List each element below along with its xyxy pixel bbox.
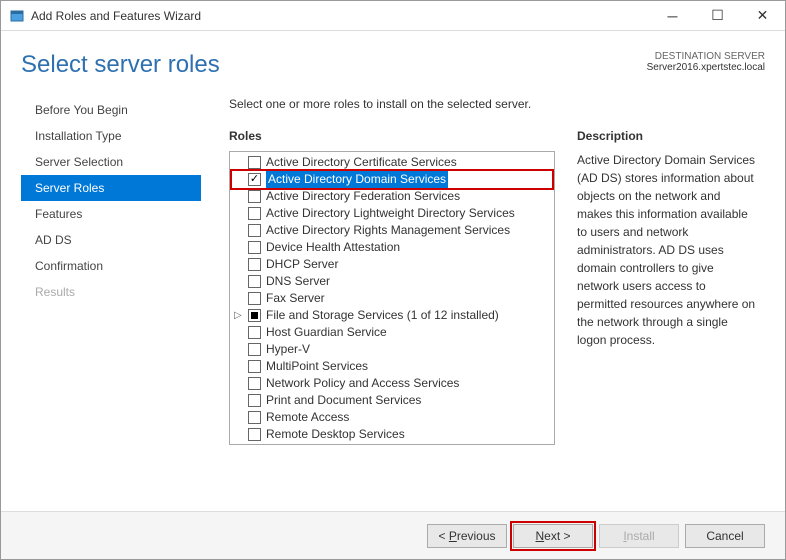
sidebar-item-ad-ds[interactable]: AD DS [21, 227, 201, 253]
wizard-icon [9, 8, 25, 24]
sidebar-item-confirmation[interactable]: Confirmation [21, 253, 201, 279]
wizard-steps-sidebar: Before You BeginInstallation TypeServer … [21, 97, 201, 477]
role-label: Volume Activation Services [266, 443, 410, 445]
role-checkbox[interactable] [248, 428, 261, 441]
role-checkbox[interactable] [248, 258, 261, 271]
role-item[interactable]: Device Health Attestation [232, 239, 552, 256]
role-label: Network Policy and Access Services [266, 375, 459, 392]
roles-column: Roles Active Directory Certificate Servi… [229, 129, 555, 445]
content-area: Select server roles DESTINATION SERVER S… [1, 31, 785, 511]
role-item[interactable]: Active Directory Rights Management Servi… [232, 222, 552, 239]
role-checkbox[interactable] [248, 156, 261, 169]
role-label: DNS Server [266, 273, 330, 290]
titlebar: Add Roles and Features Wizard ─ ☐ ✕ [1, 1, 785, 31]
destination-label: DESTINATION SERVER [647, 51, 765, 62]
destination-info: DESTINATION SERVER Server2016.xpertstec.… [647, 51, 765, 73]
role-label: Remote Access [266, 409, 349, 426]
role-item[interactable]: Active Directory Lightweight Directory S… [232, 205, 552, 222]
role-item[interactable]: Print and Document Services [232, 392, 552, 409]
role-item[interactable]: Network Policy and Access Services [232, 375, 552, 392]
role-item[interactable]: Fax Server [232, 290, 552, 307]
columns: Roles Active Directory Certificate Servi… [229, 129, 759, 445]
role-label: Hyper-V [266, 341, 310, 358]
role-label: Remote Desktop Services [266, 426, 405, 443]
role-label: Active Directory Domain Services [266, 171, 448, 188]
role-item[interactable]: DHCP Server [232, 256, 552, 273]
next-button[interactable]: Next > [513, 524, 593, 548]
role-label: Active Directory Lightweight Directory S… [266, 205, 515, 222]
role-label: Print and Document Services [266, 392, 421, 409]
role-label: Fax Server [266, 290, 325, 307]
cancel-button[interactable]: Cancel [685, 524, 765, 548]
role-checkbox[interactable] [248, 326, 261, 339]
previous-button[interactable]: < Previous [427, 524, 507, 548]
sidebar-item-server-roles[interactable]: Server Roles [21, 175, 201, 201]
window-title: Add Roles and Features Wizard [31, 9, 650, 23]
role-checkbox[interactable] [248, 394, 261, 407]
minimize-button[interactable]: ─ [650, 1, 695, 30]
header-row: Select server roles DESTINATION SERVER S… [21, 51, 765, 79]
role-label: Active Directory Certificate Services [266, 154, 457, 171]
sidebar-item-results: Results [21, 279, 201, 305]
sidebar-item-before-you-begin[interactable]: Before You Begin [21, 97, 201, 123]
role-label: Active Directory Federation Services [266, 188, 460, 205]
role-item[interactable]: Active Directory Federation Services [232, 188, 552, 205]
role-label: Device Health Attestation [266, 239, 400, 256]
role-label: DHCP Server [266, 256, 338, 273]
panel: Select one or more roles to install on t… [201, 97, 765, 477]
maximize-button[interactable]: ☐ [695, 1, 740, 30]
role-checkbox[interactable] [248, 173, 261, 186]
description-text: Active Directory Domain Services (AD DS)… [577, 151, 759, 349]
sidebar-item-installation-type[interactable]: Installation Type [21, 123, 201, 149]
close-button[interactable]: ✕ [740, 1, 785, 30]
role-item[interactable]: Active Directory Domain Services [232, 171, 552, 188]
footer-buttons: < Previous Next > Install Cancel [1, 511, 785, 559]
role-checkbox[interactable] [248, 377, 261, 390]
sidebar-item-features[interactable]: Features [21, 201, 201, 227]
role-item[interactable]: Remote Access [232, 409, 552, 426]
role-label: Active Directory Rights Management Servi… [266, 222, 510, 239]
description-column: Description Active Directory Domain Serv… [577, 129, 759, 445]
role-checkbox[interactable] [248, 224, 261, 237]
role-checkbox[interactable] [248, 190, 261, 203]
role-label: MultiPoint Services [266, 358, 368, 375]
expand-icon[interactable]: ▷ [234, 307, 242, 324]
sidebar-item-server-selection[interactable]: Server Selection [21, 149, 201, 175]
role-item[interactable]: Remote Desktop Services [232, 426, 552, 443]
role-checkbox[interactable] [248, 343, 261, 356]
destination-server-name: Server2016.xpertstec.local [647, 62, 765, 73]
role-checkbox[interactable] [248, 292, 261, 305]
role-checkbox[interactable] [248, 360, 261, 373]
roles-heading: Roles [229, 129, 555, 143]
role-item[interactable]: Hyper-V [232, 341, 552, 358]
page-title: Select server roles [21, 51, 220, 79]
role-item[interactable]: Volume Activation Services [232, 443, 552, 445]
role-item[interactable]: Active Directory Certificate Services [232, 154, 552, 171]
window-controls: ─ ☐ ✕ [650, 1, 785, 30]
role-item[interactable]: Host Guardian Service [232, 324, 552, 341]
role-item[interactable]: ▷ File and Storage Services (1 of 12 inst… [232, 307, 552, 324]
install-button: Install [599, 524, 679, 548]
role-checkbox[interactable] [248, 411, 261, 424]
description-heading: Description [577, 129, 759, 143]
roles-listbox[interactable]: Active Directory Certificate ServicesAct… [229, 151, 555, 445]
role-label: Host Guardian Service [266, 324, 387, 341]
role-checkbox[interactable] [248, 241, 261, 254]
role-label: File and Storage Services (1 of 12 insta… [266, 307, 499, 324]
role-checkbox[interactable] [248, 309, 261, 322]
role-checkbox[interactable] [248, 275, 261, 288]
role-item[interactable]: MultiPoint Services [232, 358, 552, 375]
main-layout: Before You BeginInstallation TypeServer … [21, 97, 765, 477]
role-item[interactable]: DNS Server [232, 273, 552, 290]
role-checkbox[interactable] [248, 207, 261, 220]
instruction-text: Select one or more roles to install on t… [229, 97, 759, 111]
